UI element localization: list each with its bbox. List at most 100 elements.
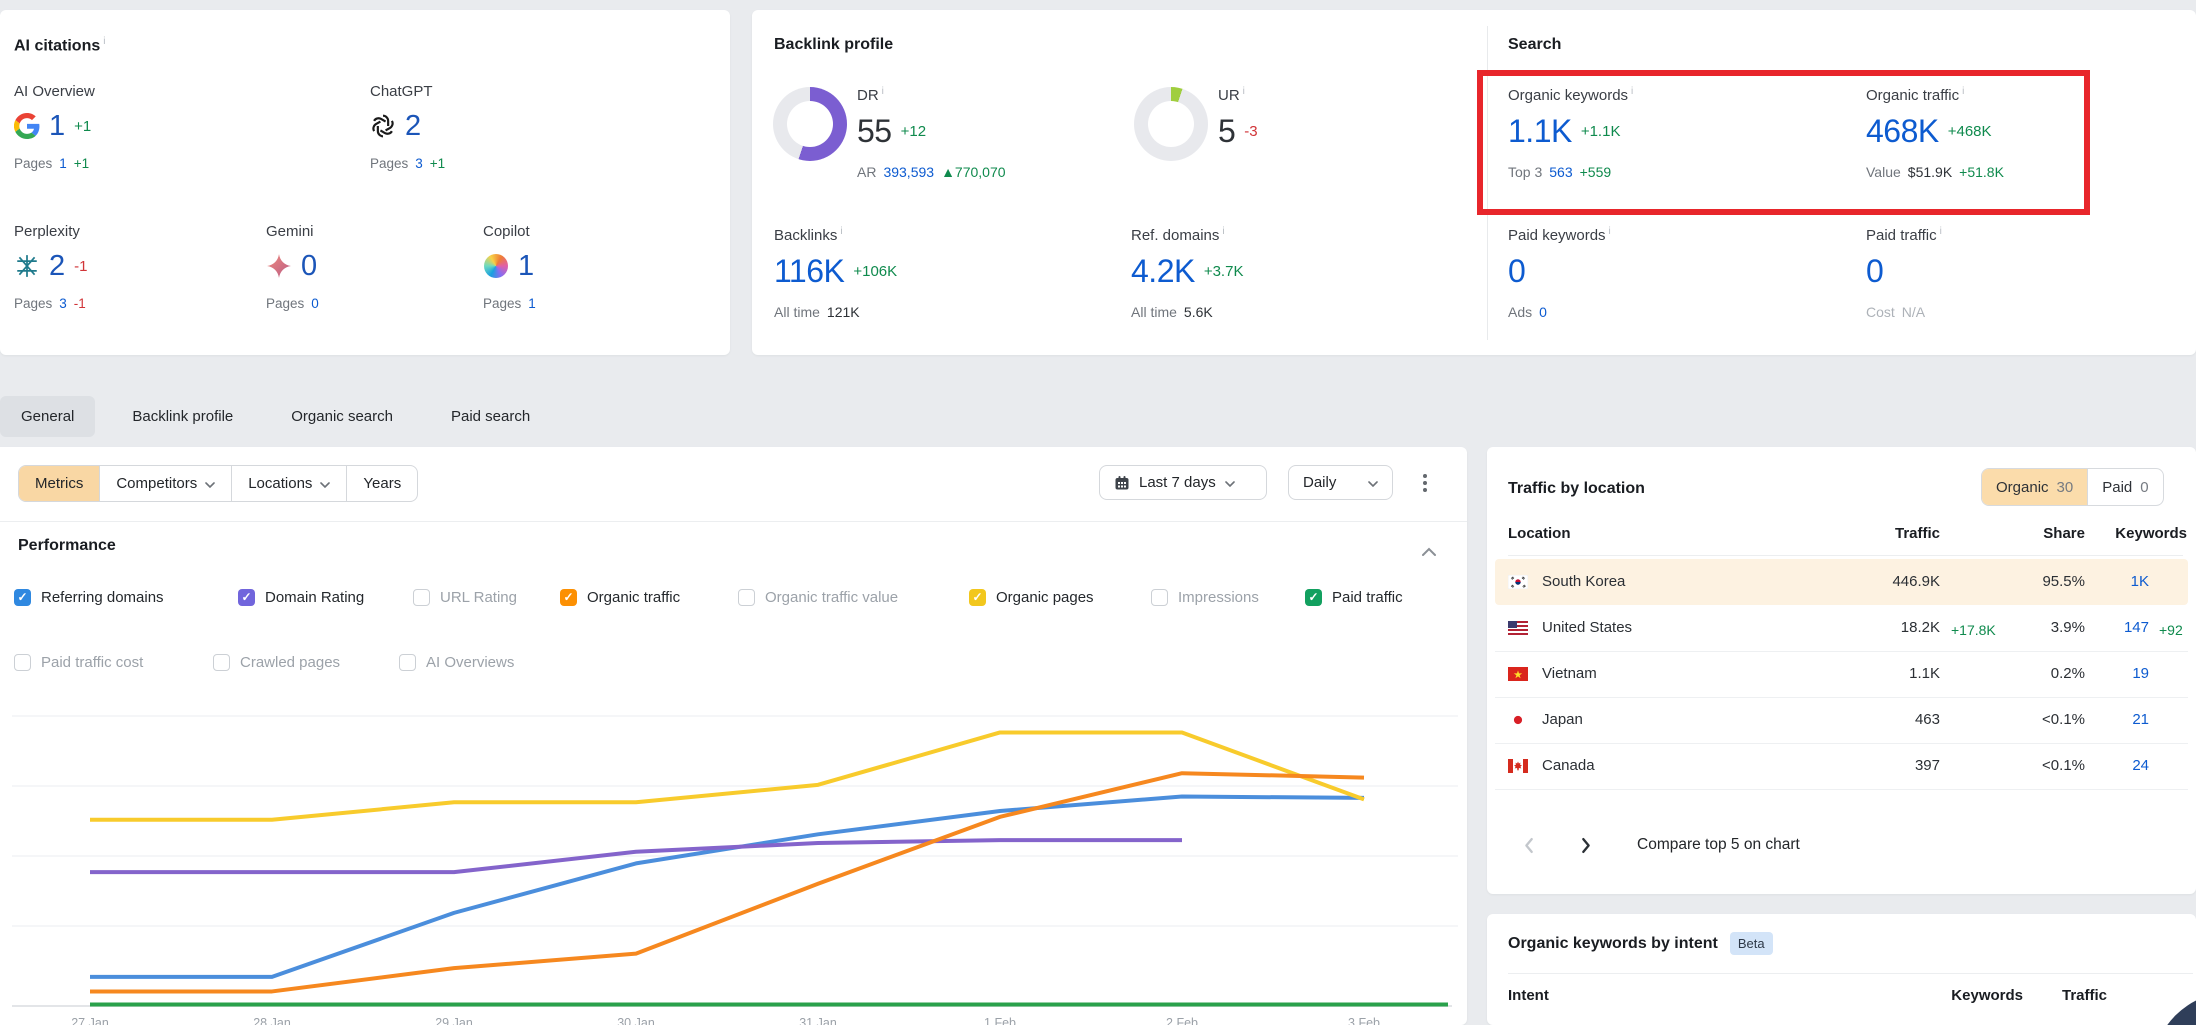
metric-checkbox-impressions[interactable]: Impressions bbox=[1151, 586, 1259, 608]
tab-paid-search[interactable]: Paid search bbox=[430, 396, 551, 437]
chart-line-organic-traffic bbox=[90, 773, 1364, 991]
citation-count[interactable]: 1 bbox=[49, 110, 65, 142]
keywords-link[interactable]: 1K bbox=[2131, 572, 2149, 592]
metric-label: AI Overviews bbox=[426, 654, 514, 671]
keywords-link[interactable]: 147 bbox=[2124, 618, 2149, 638]
google-icon bbox=[14, 113, 40, 139]
citation-count[interactable]: 0 bbox=[301, 250, 317, 282]
keywords-link[interactable]: 19 bbox=[2132, 664, 2149, 684]
stat-value[interactable]: 116K bbox=[774, 254, 844, 288]
unchecked-checkbox-icon bbox=[399, 654, 416, 671]
granularity-button[interactable]: Daily bbox=[1288, 465, 1393, 500]
metric-label: URL Rating bbox=[440, 589, 517, 606]
stat-delta: +106K bbox=[853, 263, 897, 280]
pages-label: Pages bbox=[483, 296, 521, 311]
metric-checkbox-url-rating[interactable]: URL Rating bbox=[413, 586, 517, 608]
search-title: Search bbox=[1508, 36, 1561, 54]
keywords-link[interactable]: 21 bbox=[2132, 710, 2149, 730]
next-page-button[interactable] bbox=[1571, 830, 1601, 860]
pages-value[interactable]: 1 bbox=[528, 296, 536, 311]
checked-checkbox-icon: ✓ bbox=[14, 589, 31, 606]
metric-checkbox-paid-traffic-cost[interactable]: Paid traffic cost bbox=[14, 651, 143, 673]
pages-value[interactable]: 1 bbox=[59, 156, 67, 171]
paid-keywords-stat: Paid keywordsi0Ads0 bbox=[1508, 222, 1611, 320]
chevron-up-icon[interactable] bbox=[1422, 543, 1436, 552]
stat-value[interactable]: 468K bbox=[1866, 114, 1939, 148]
citation-count[interactable]: 2 bbox=[49, 250, 65, 282]
date-range-button[interactable]: Last 7 days bbox=[1099, 465, 1267, 500]
traffic-value: 18.2K bbox=[1901, 618, 1940, 638]
traffic-value: 463 bbox=[1915, 710, 1940, 730]
citation-count[interactable]: 1 bbox=[518, 250, 534, 282]
location-row-south-korea[interactable]: South Korea446.9K95.5%1K bbox=[1495, 559, 2188, 605]
sub-value: Ads bbox=[1508, 304, 1532, 320]
ca-flag-icon bbox=[1508, 759, 1528, 773]
x-axis-label: 30 Jan bbox=[617, 1016, 655, 1025]
pages-line: Pages3+1 bbox=[370, 156, 445, 171]
citation-count[interactable]: 2 bbox=[405, 110, 421, 142]
metric-checkbox-referring-domains[interactable]: ✓ Referring domains bbox=[14, 586, 164, 608]
pages-delta: +1 bbox=[430, 156, 445, 171]
pages-value[interactable]: 3 bbox=[415, 156, 423, 171]
ai-citation-perplexity: Perplexity2-1Pages3-1 bbox=[14, 222, 87, 311]
tab-general[interactable]: General bbox=[0, 396, 95, 437]
metric-checkbox-domain-rating[interactable]: ✓Domain Rating bbox=[238, 586, 364, 608]
chevron-down-icon bbox=[205, 475, 215, 492]
stat-value[interactable]: 4.2K bbox=[1131, 254, 1195, 288]
pages-value[interactable]: 0 bbox=[311, 296, 319, 311]
metric-label: Referring domains bbox=[41, 589, 164, 606]
location-row-canada[interactable]: Canada397<0.1%24 bbox=[1495, 743, 2188, 790]
performance-card: Metrics Competitors Locations Years Last… bbox=[0, 447, 1467, 1025]
years-filter-button[interactable]: Years bbox=[347, 466, 417, 501]
pages-delta: -1 bbox=[74, 296, 86, 311]
metric-checkbox-ai-overviews[interactable]: AI Overviews bbox=[399, 651, 514, 673]
keywords-link[interactable]: 24 bbox=[2132, 756, 2149, 776]
beta-badge: Beta bbox=[1730, 932, 1773, 955]
sub-value[interactable]: 0 bbox=[1539, 304, 1547, 320]
competitors-filter-button[interactable]: Competitors bbox=[100, 466, 232, 501]
sub-value[interactable]: 563 bbox=[1549, 164, 1572, 180]
location-row-vietnam[interactable]: Vietnam1.1K0.2%19 bbox=[1495, 651, 2188, 698]
metric-checkbox-organic-traffic-value[interactable]: Organic traffic value bbox=[738, 586, 898, 608]
unchecked-checkbox-icon bbox=[1151, 589, 1168, 606]
toggle-organic[interactable]: Organic 30 bbox=[1982, 469, 2087, 505]
location-row-japan[interactable]: Japan463<0.1%21 bbox=[1495, 697, 2188, 744]
x-axis-label: 29 Jan bbox=[435, 1016, 473, 1025]
locations-filter-button[interactable]: Locations bbox=[232, 466, 347, 501]
sub-value[interactable]: 393,593 bbox=[883, 164, 934, 180]
metric-checkbox-paid-traffic[interactable]: ✓Paid traffic bbox=[1305, 586, 1403, 608]
stat-value[interactable]: 1.1K bbox=[1508, 114, 1572, 148]
stat-value: 5 bbox=[1218, 114, 1235, 148]
sub-value: N/A bbox=[1902, 304, 1925, 320]
metric-checkbox-organic-traffic[interactable]: ✓Organic traffic bbox=[560, 586, 680, 608]
unchecked-checkbox-icon bbox=[213, 654, 230, 671]
compare-top5-link[interactable]: Compare top 5 on chart bbox=[1637, 836, 1800, 854]
stat-value[interactable]: 0 bbox=[1508, 254, 1525, 288]
col-header-location: Location bbox=[1508, 525, 1571, 542]
unchecked-checkbox-icon bbox=[413, 589, 430, 606]
x-axis-label: 3 Feb bbox=[1348, 1016, 1380, 1025]
info-icon: i bbox=[1222, 226, 1224, 237]
more-options-button[interactable] bbox=[1412, 469, 1438, 497]
traffic-by-location-panel: Traffic by location Organic 30 Paid 0 Lo… bbox=[1487, 447, 2196, 894]
chevron-down-icon bbox=[1225, 474, 1235, 491]
prev-page-button[interactable] bbox=[1513, 830, 1543, 860]
tab-backlink-profile[interactable]: Backlink profile bbox=[111, 396, 254, 437]
country-name: Canada bbox=[1542, 756, 1595, 776]
unchecked-checkbox-icon bbox=[738, 589, 755, 606]
stat-value[interactable]: 0 bbox=[1866, 254, 1883, 288]
metric-checkbox-organic-pages[interactable]: ✓Organic pages bbox=[969, 586, 1094, 608]
pages-value[interactable]: 3 bbox=[59, 296, 67, 311]
ai-citations-title: AI citationsi bbox=[14, 36, 105, 55]
table-divider bbox=[1508, 555, 2183, 556]
tab-organic-search[interactable]: Organic search bbox=[270, 396, 414, 437]
metrics-filter-button[interactable]: Metrics bbox=[19, 466, 100, 501]
metric-checkbox-crawled-pages[interactable]: Crawled pages bbox=[213, 651, 340, 673]
x-axis-label: 1 Feb bbox=[984, 1016, 1016, 1025]
sub-value: Value bbox=[1866, 164, 1901, 180]
location-row-united-states[interactable]: United States18.2K+17.8K3.9%147+92 bbox=[1495, 605, 2188, 652]
ai-source-label: Gemini bbox=[266, 222, 319, 242]
backlink-profile-title: Backlink profile bbox=[774, 36, 893, 54]
x-axis-label: 31 Jan bbox=[799, 1016, 837, 1025]
toggle-paid[interactable]: Paid 0 bbox=[2087, 469, 2162, 505]
